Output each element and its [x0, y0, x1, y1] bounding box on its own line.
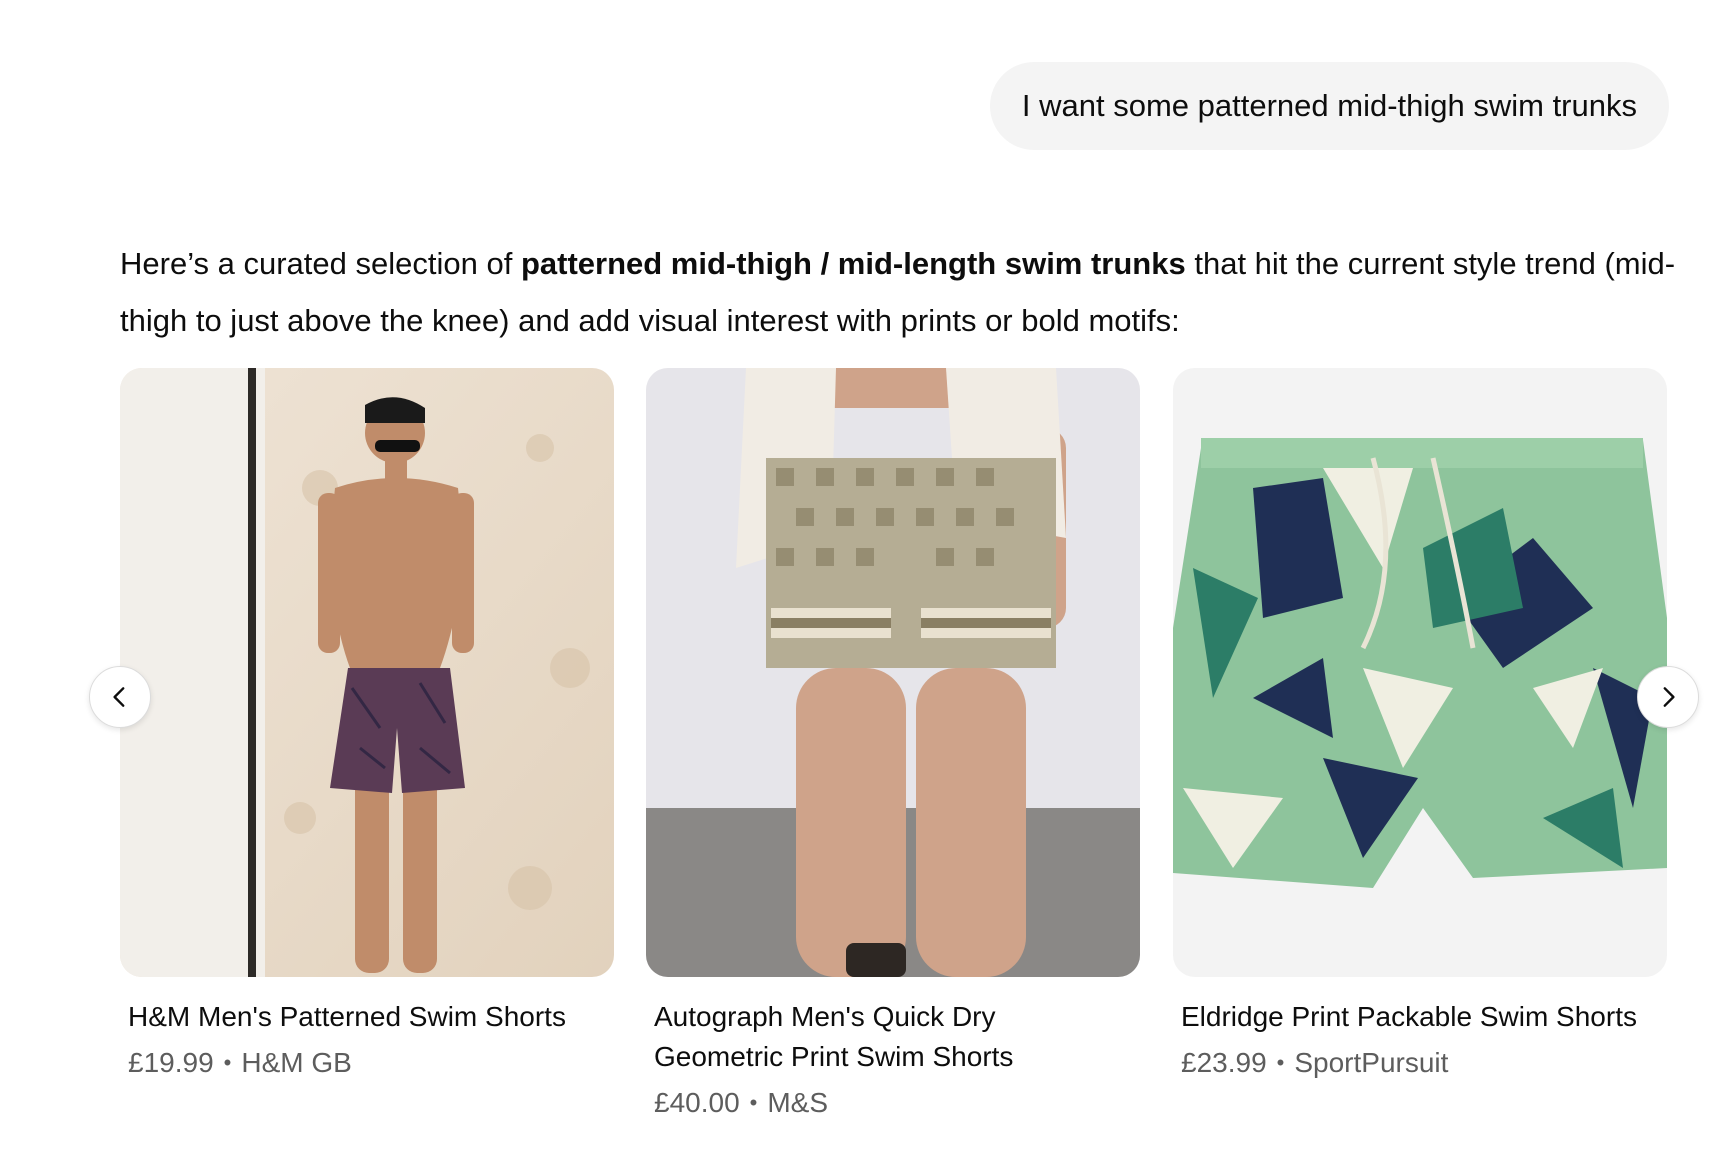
- carousel-prev-button[interactable]: [89, 666, 151, 728]
- product-meta: £40.00 • M&S: [646, 1083, 1140, 1123]
- meta-separator: •: [749, 1090, 758, 1115]
- intro-text-start: Here’s a curated selection of: [120, 246, 521, 281]
- product-store[interactable]: H&M GB: [241, 1043, 351, 1083]
- product-image[interactable]: [120, 368, 614, 977]
- product-photo: [120, 368, 614, 977]
- meta-separator: •: [223, 1050, 232, 1075]
- user-message-text: I want some patterned mid-thigh swim tru…: [1021, 88, 1637, 123]
- product-photo: [646, 368, 1140, 977]
- product-price: £23.99: [1181, 1047, 1267, 1078]
- user-message-bubble: I want some patterned mid-thigh swim tru…: [989, 62, 1669, 150]
- product-image[interactable]: [1173, 368, 1667, 977]
- product-card[interactable]: Eldridge Print Packable Swim Shorts £23.…: [1173, 368, 1667, 1083]
- product-image[interactable]: [646, 368, 1140, 977]
- user-message-row: I want some patterned mid-thigh swim tru…: [989, 62, 1669, 150]
- product-card[interactable]: Autograph Men's Quick Dry Geometric Prin…: [646, 368, 1140, 1123]
- product-meta: £23.99 • SportPursuit: [1173, 1043, 1667, 1083]
- product-price: £19.99: [128, 1047, 214, 1078]
- meta-separator: •: [1276, 1050, 1285, 1075]
- product-card[interactable]: H&M Men's Patterned Swim Shorts £19.99 •…: [120, 368, 614, 1083]
- product-title[interactable]: Autograph Men's Quick Dry Geometric Prin…: [646, 997, 1140, 1077]
- chat-page: I want some patterned mid-thigh swim tru…: [0, 0, 1726, 1156]
- intro-text-bold: patterned mid-thigh / mid-length swim tr…: [520, 246, 1186, 281]
- product-title[interactable]: Eldridge Print Packable Swim Shorts: [1173, 997, 1667, 1037]
- product-meta: £19.99 • H&M GB: [120, 1043, 614, 1083]
- product-store[interactable]: M&S: [767, 1083, 828, 1123]
- product-title[interactable]: H&M Men's Patterned Swim Shorts: [120, 997, 614, 1037]
- carousel-next-button[interactable]: [1637, 666, 1699, 728]
- chevron-right-icon: [1663, 687, 1675, 707]
- product-store[interactable]: SportPursuit: [1294, 1043, 1448, 1083]
- product-carousel: H&M Men's Patterned Swim Shorts £19.99 •…: [120, 368, 1667, 1128]
- chevron-left-icon: [113, 687, 125, 707]
- assistant-intro: Here’s a curated selection of patterned …: [120, 235, 1680, 349]
- product-price: £40.00: [654, 1087, 740, 1118]
- product-photo: [1173, 368, 1667, 977]
